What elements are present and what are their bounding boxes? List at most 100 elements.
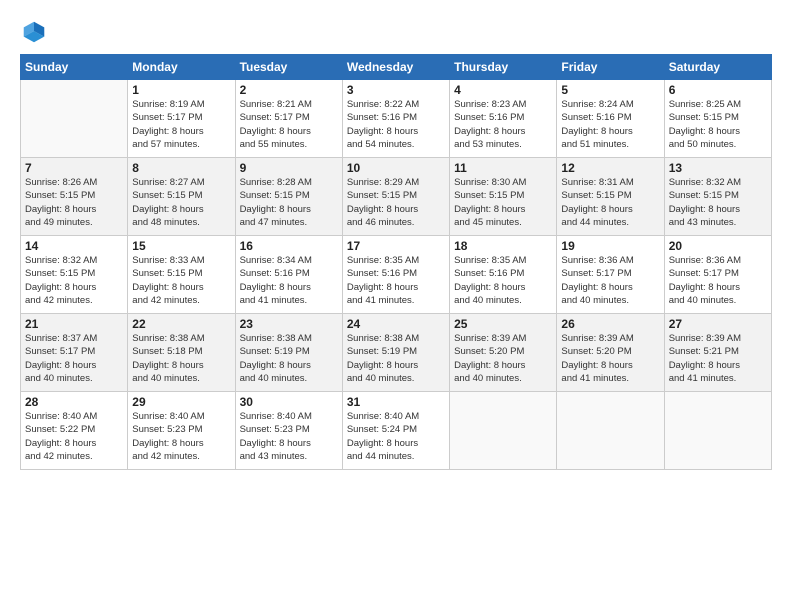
day-number: 2 — [240, 83, 338, 97]
header-cell-thursday: Thursday — [450, 55, 557, 80]
day-number: 7 — [25, 161, 123, 175]
day-cell — [664, 392, 771, 470]
day-cell — [450, 392, 557, 470]
day-info: Sunrise: 8:39 AMSunset: 5:20 PMDaylight:… — [561, 332, 659, 385]
day-number: 24 — [347, 317, 445, 331]
day-number: 11 — [454, 161, 552, 175]
day-info: Sunrise: 8:40 AMSunset: 5:22 PMDaylight:… — [25, 410, 123, 463]
day-cell: 20Sunrise: 8:36 AMSunset: 5:17 PMDayligh… — [664, 236, 771, 314]
day-number: 31 — [347, 395, 445, 409]
day-info: Sunrise: 8:36 AMSunset: 5:17 PMDaylight:… — [561, 254, 659, 307]
day-number: 27 — [669, 317, 767, 331]
day-info: Sunrise: 8:22 AMSunset: 5:16 PMDaylight:… — [347, 98, 445, 151]
calendar-header: SundayMondayTuesdayWednesdayThursdayFrid… — [21, 55, 772, 80]
day-cell: 10Sunrise: 8:29 AMSunset: 5:15 PMDayligh… — [342, 158, 449, 236]
day-info: Sunrise: 8:26 AMSunset: 5:15 PMDaylight:… — [25, 176, 123, 229]
day-cell — [557, 392, 664, 470]
day-number: 10 — [347, 161, 445, 175]
day-number: 23 — [240, 317, 338, 331]
day-cell: 4Sunrise: 8:23 AMSunset: 5:16 PMDaylight… — [450, 80, 557, 158]
week-row-4: 21Sunrise: 8:37 AMSunset: 5:17 PMDayligh… — [21, 314, 772, 392]
day-info: Sunrise: 8:34 AMSunset: 5:16 PMDaylight:… — [240, 254, 338, 307]
day-number: 4 — [454, 83, 552, 97]
day-cell: 5Sunrise: 8:24 AMSunset: 5:16 PMDaylight… — [557, 80, 664, 158]
day-info: Sunrise: 8:29 AMSunset: 5:15 PMDaylight:… — [347, 176, 445, 229]
day-number: 19 — [561, 239, 659, 253]
day-info: Sunrise: 8:39 AMSunset: 5:20 PMDaylight:… — [454, 332, 552, 385]
day-info: Sunrise: 8:30 AMSunset: 5:15 PMDaylight:… — [454, 176, 552, 229]
day-info: Sunrise: 8:23 AMSunset: 5:16 PMDaylight:… — [454, 98, 552, 151]
day-cell: 22Sunrise: 8:38 AMSunset: 5:18 PMDayligh… — [128, 314, 235, 392]
day-number: 16 — [240, 239, 338, 253]
day-cell: 1Sunrise: 8:19 AMSunset: 5:17 PMDaylight… — [128, 80, 235, 158]
week-row-1: 1Sunrise: 8:19 AMSunset: 5:17 PMDaylight… — [21, 80, 772, 158]
header-cell-tuesday: Tuesday — [235, 55, 342, 80]
calendar-body: 1Sunrise: 8:19 AMSunset: 5:17 PMDaylight… — [21, 80, 772, 470]
day-info: Sunrise: 8:31 AMSunset: 5:15 PMDaylight:… — [561, 176, 659, 229]
day-info: Sunrise: 8:27 AMSunset: 5:15 PMDaylight:… — [132, 176, 230, 229]
day-number: 5 — [561, 83, 659, 97]
day-cell: 13Sunrise: 8:32 AMSunset: 5:15 PMDayligh… — [664, 158, 771, 236]
week-row-2: 7Sunrise: 8:26 AMSunset: 5:15 PMDaylight… — [21, 158, 772, 236]
day-info: Sunrise: 8:38 AMSunset: 5:19 PMDaylight:… — [347, 332, 445, 385]
header-cell-wednesday: Wednesday — [342, 55, 449, 80]
day-cell: 26Sunrise: 8:39 AMSunset: 5:20 PMDayligh… — [557, 314, 664, 392]
page: SundayMondayTuesdayWednesdayThursdayFrid… — [0, 0, 792, 612]
day-cell: 28Sunrise: 8:40 AMSunset: 5:22 PMDayligh… — [21, 392, 128, 470]
day-cell: 18Sunrise: 8:35 AMSunset: 5:16 PMDayligh… — [450, 236, 557, 314]
day-number: 6 — [669, 83, 767, 97]
day-number: 30 — [240, 395, 338, 409]
day-info: Sunrise: 8:40 AMSunset: 5:24 PMDaylight:… — [347, 410, 445, 463]
day-info: Sunrise: 8:36 AMSunset: 5:17 PMDaylight:… — [669, 254, 767, 307]
day-cell: 8Sunrise: 8:27 AMSunset: 5:15 PMDaylight… — [128, 158, 235, 236]
day-info: Sunrise: 8:38 AMSunset: 5:18 PMDaylight:… — [132, 332, 230, 385]
day-info: Sunrise: 8:33 AMSunset: 5:15 PMDaylight:… — [132, 254, 230, 307]
day-info: Sunrise: 8:24 AMSunset: 5:16 PMDaylight:… — [561, 98, 659, 151]
day-number: 21 — [25, 317, 123, 331]
day-cell: 19Sunrise: 8:36 AMSunset: 5:17 PMDayligh… — [557, 236, 664, 314]
day-info: Sunrise: 8:19 AMSunset: 5:17 PMDaylight:… — [132, 98, 230, 151]
day-number: 29 — [132, 395, 230, 409]
day-cell: 25Sunrise: 8:39 AMSunset: 5:20 PMDayligh… — [450, 314, 557, 392]
week-row-3: 14Sunrise: 8:32 AMSunset: 5:15 PMDayligh… — [21, 236, 772, 314]
header-cell-sunday: Sunday — [21, 55, 128, 80]
day-info: Sunrise: 8:37 AMSunset: 5:17 PMDaylight:… — [25, 332, 123, 385]
day-info: Sunrise: 8:32 AMSunset: 5:15 PMDaylight:… — [25, 254, 123, 307]
day-number: 28 — [25, 395, 123, 409]
day-number: 22 — [132, 317, 230, 331]
day-number: 17 — [347, 239, 445, 253]
day-number: 14 — [25, 239, 123, 253]
day-number: 1 — [132, 83, 230, 97]
logo-icon — [20, 18, 48, 46]
day-number: 20 — [669, 239, 767, 253]
day-cell: 7Sunrise: 8:26 AMSunset: 5:15 PMDaylight… — [21, 158, 128, 236]
day-info: Sunrise: 8:28 AMSunset: 5:15 PMDaylight:… — [240, 176, 338, 229]
day-info: Sunrise: 8:40 AMSunset: 5:23 PMDaylight:… — [240, 410, 338, 463]
day-info: Sunrise: 8:38 AMSunset: 5:19 PMDaylight:… — [240, 332, 338, 385]
day-cell: 15Sunrise: 8:33 AMSunset: 5:15 PMDayligh… — [128, 236, 235, 314]
day-info: Sunrise: 8:25 AMSunset: 5:15 PMDaylight:… — [669, 98, 767, 151]
day-cell: 24Sunrise: 8:38 AMSunset: 5:19 PMDayligh… — [342, 314, 449, 392]
day-info: Sunrise: 8:32 AMSunset: 5:15 PMDaylight:… — [669, 176, 767, 229]
day-number: 26 — [561, 317, 659, 331]
day-cell: 29Sunrise: 8:40 AMSunset: 5:23 PMDayligh… — [128, 392, 235, 470]
day-number: 15 — [132, 239, 230, 253]
day-cell: 6Sunrise: 8:25 AMSunset: 5:15 PMDaylight… — [664, 80, 771, 158]
header-row: SundayMondayTuesdayWednesdayThursdayFrid… — [21, 55, 772, 80]
day-number: 9 — [240, 161, 338, 175]
day-cell: 9Sunrise: 8:28 AMSunset: 5:15 PMDaylight… — [235, 158, 342, 236]
logo — [20, 18, 52, 46]
week-row-5: 28Sunrise: 8:40 AMSunset: 5:22 PMDayligh… — [21, 392, 772, 470]
day-number: 8 — [132, 161, 230, 175]
day-cell: 23Sunrise: 8:38 AMSunset: 5:19 PMDayligh… — [235, 314, 342, 392]
day-info: Sunrise: 8:39 AMSunset: 5:21 PMDaylight:… — [669, 332, 767, 385]
day-cell: 2Sunrise: 8:21 AMSunset: 5:17 PMDaylight… — [235, 80, 342, 158]
day-number: 3 — [347, 83, 445, 97]
day-cell: 27Sunrise: 8:39 AMSunset: 5:21 PMDayligh… — [664, 314, 771, 392]
day-cell: 11Sunrise: 8:30 AMSunset: 5:15 PMDayligh… — [450, 158, 557, 236]
day-info: Sunrise: 8:35 AMSunset: 5:16 PMDaylight:… — [347, 254, 445, 307]
day-number: 18 — [454, 239, 552, 253]
calendar-table: SundayMondayTuesdayWednesdayThursdayFrid… — [20, 54, 772, 470]
day-number: 13 — [669, 161, 767, 175]
day-cell: 30Sunrise: 8:40 AMSunset: 5:23 PMDayligh… — [235, 392, 342, 470]
